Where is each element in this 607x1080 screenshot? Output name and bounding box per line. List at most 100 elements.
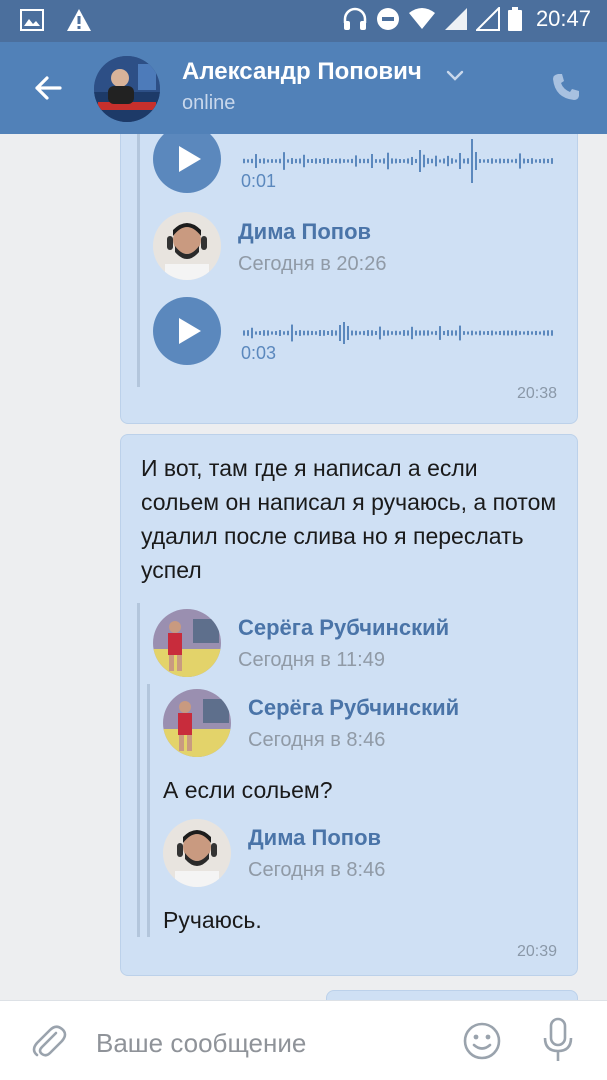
message-list[interactable]: 0:01 Дима Попов Сегодня в 20:26 0:03 20:… — [0, 134, 607, 1000]
do-not-disturb-icon — [376, 8, 399, 30]
waveform-bar — [415, 330, 417, 336]
sender-avatar[interactable] — [153, 609, 221, 677]
forward-quote-bar — [137, 134, 140, 387]
sender-avatar[interactable] — [153, 212, 221, 280]
message-input[interactable] — [96, 1025, 436, 1061]
waveform-bar — [367, 158, 369, 164]
waveform-bar — [475, 152, 477, 170]
microphone-icon[interactable] — [542, 1017, 574, 1063]
waveform-bar — [423, 330, 425, 336]
voice-waveform[interactable] — [243, 308, 559, 358]
message-bubble[interactable]: 0:01 Дима Попов Сегодня в 20:26 0:03 20:… — [120, 134, 578, 424]
play-button[interactable] — [153, 134, 221, 193]
waveform-bar — [523, 158, 525, 164]
waveform-bar — [343, 159, 345, 163]
waveform-bar — [491, 158, 493, 164]
waveform-bar — [459, 153, 461, 169]
contact-name[interactable]: Александр Попович — [182, 58, 422, 86]
signal-icon-2 — [475, 7, 500, 31]
waveform-bar — [443, 158, 445, 164]
waveform-bar — [459, 325, 461, 341]
waveform-bar — [483, 159, 485, 163]
clock: 20:47 — [535, 6, 591, 31]
waveform-bar — [315, 158, 317, 164]
sender-avatar[interactable] — [163, 819, 231, 887]
contact-status: online — [182, 92, 236, 114]
forward-date: Сегодня в 20:26 — [238, 253, 387, 275]
waveform-bar — [319, 158, 321, 164]
waveform-bar — [339, 325, 341, 341]
waveform-bar — [267, 330, 269, 336]
waveform-bar — [343, 322, 345, 344]
waveform-bar — [395, 330, 397, 336]
waveform-bar — [347, 326, 349, 340]
voice-waveform[interactable] — [243, 136, 559, 186]
waveform-bar — [275, 331, 277, 335]
waveform-bar — [547, 158, 549, 164]
waveform-bar — [363, 158, 365, 164]
status-bar: 20:47 — [0, 0, 607, 42]
waveform-bar — [299, 158, 301, 164]
waveform-bar — [335, 158, 337, 164]
waveform-bar — [251, 327, 253, 339]
waveform-bar — [419, 330, 421, 336]
forward-sender-name[interactable]: Дима Попов — [238, 219, 371, 245]
waveform-bar — [367, 330, 369, 336]
forward-sender-name[interactable]: Дима Попов — [248, 825, 381, 851]
sender-avatar[interactable] — [163, 689, 231, 757]
emoji-icon[interactable] — [462, 1021, 502, 1061]
waveform-bar — [479, 159, 481, 163]
paperclip-icon[interactable] — [28, 1021, 68, 1061]
waveform-bar — [291, 324, 293, 342]
message-bubble[interactable]: И вот, там где я написал а если сольем о… — [120, 434, 578, 976]
waveform-bar — [491, 330, 493, 336]
waveform-bar — [331, 330, 333, 336]
waveform-bar — [339, 158, 341, 164]
waveform-bar — [419, 150, 421, 172]
waveform-bar — [375, 330, 377, 336]
waveform-bar — [463, 158, 465, 164]
waveform-bar — [351, 158, 353, 164]
waveform-bar — [435, 330, 437, 336]
waveform-bar — [255, 154, 257, 168]
message-time: 20:38 — [516, 385, 557, 402]
waveform-bar — [551, 158, 553, 164]
waveform-bar — [255, 331, 257, 335]
contact-avatar[interactable] — [94, 56, 160, 122]
waveform-bar — [271, 159, 273, 163]
waveform-bar — [447, 155, 449, 167]
waveform-bar — [519, 331, 521, 335]
waveform-bar — [303, 154, 305, 168]
waveform-bar — [531, 158, 533, 164]
waveform-bar — [403, 330, 405, 336]
forward-sender-name[interactable]: Серёга Рубчинский — [248, 695, 459, 721]
waveform-bar — [503, 330, 505, 336]
waveform-bar — [387, 330, 389, 336]
back-arrow-icon[interactable] — [30, 70, 66, 106]
waveform-bar — [455, 330, 457, 336]
chevron-down-icon[interactable] — [446, 70, 464, 82]
phone-call-icon[interactable] — [551, 72, 581, 102]
waveform-bar — [467, 158, 469, 164]
waveform-bar — [267, 159, 269, 163]
waveform-bar — [435, 155, 437, 167]
waveform-bar — [295, 330, 297, 336]
waveform-bar — [243, 330, 245, 336]
waveform-bar — [515, 330, 517, 336]
chat-header: Александр Попович online — [0, 42, 607, 134]
voice-duration: 0:03 — [241, 343, 277, 363]
waveform-bar — [511, 159, 513, 163]
waveform-bar — [487, 159, 489, 163]
waveform-bar — [331, 159, 333, 163]
waveform-bar — [479, 330, 481, 336]
waveform-bar — [499, 330, 501, 336]
waveform-bar — [535, 330, 537, 336]
play-button[interactable] — [153, 297, 221, 365]
message-bubble[interactable] — [326, 990, 578, 1000]
waveform-bar — [323, 330, 325, 336]
waveform-bar — [355, 155, 357, 167]
forward-sender-name[interactable]: Серёга Рубчинский — [238, 615, 449, 641]
waveform-bar — [407, 330, 409, 336]
waveform-bar — [411, 326, 413, 340]
waveform-bar — [263, 158, 265, 164]
